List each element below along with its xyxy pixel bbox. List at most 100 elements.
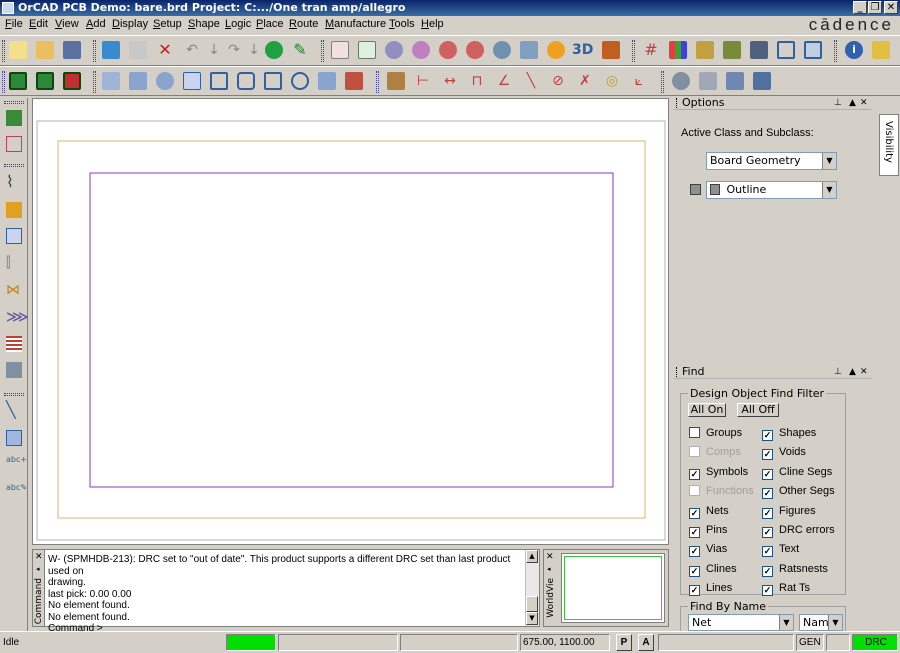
redo-step-icon[interactable]: ↓: [245, 41, 263, 59]
find-filter-clines[interactable]: ✓ Clines: [689, 563, 737, 577]
place-swap-icon[interactable]: [63, 72, 81, 90]
checkbox[interactable]: ✓: [689, 565, 700, 577]
redraw-icon[interactable]: [547, 41, 565, 59]
find-filter-rat-ts[interactable]: ✓ Rat Ts: [762, 582, 810, 597]
checkbox[interactable]: ✓: [762, 565, 773, 577]
shape-edit-boundary-icon[interactable]: [318, 72, 336, 90]
collapse-panel-icon[interactable]: ▲: [849, 365, 856, 379]
dropdown-arrow-icon[interactable]: ▼: [779, 615, 793, 630]
dim-leader-icon[interactable]: ╲: [522, 72, 540, 90]
zoom-out-icon[interactable]: [466, 41, 484, 59]
dim-baseline-icon[interactable]: ⊓: [468, 72, 486, 90]
zoom-fit-icon[interactable]: [412, 41, 430, 59]
find-filter-symbols[interactable]: ✓ Symbols: [689, 466, 748, 480]
menu-setup[interactable]: Setup: [153, 18, 182, 30]
collapse-arrow-icon[interactable]: ◂: [36, 565, 40, 573]
subclass-select[interactable]: Outline ▼: [706, 181, 837, 199]
scroll-up-icon[interactable]: ▲: [526, 550, 538, 563]
shape-select-icon[interactable]: [183, 72, 201, 90]
fanout-icon[interactable]: [6, 362, 22, 378]
shape-void-icon[interactable]: [210, 72, 228, 90]
shape-void-rect-icon[interactable]: [264, 72, 282, 90]
class-select[interactable]: Board Geometry ▼: [706, 152, 837, 170]
collapse-arrow-icon[interactable]: ◂: [547, 565, 551, 573]
shape-add-rect-icon[interactable]: [102, 72, 120, 90]
minimize-button[interactable]: _: [853, 1, 867, 14]
find-filter-vias[interactable]: ✓ Vias: [689, 543, 727, 558]
dropdown-arrow-icon[interactable]: ▼: [822, 153, 836, 169]
find-filter-pins[interactable]: ✓ Pins: [689, 524, 727, 538]
visibility-tab[interactable]: Visibility: [879, 114, 899, 176]
subclass-color-swatch[interactable]: [690, 184, 701, 195]
find-filter-drc-errors[interactable]: ✓ DRC errors: [762, 524, 835, 538]
window-icon[interactable]: [777, 41, 795, 59]
new-file-icon[interactable]: [9, 41, 27, 59]
checkbox[interactable]: ✓: [689, 546, 700, 558]
shape-void-circle-icon[interactable]: [237, 72, 255, 90]
find-filter-shapes[interactable]: ✓ Shapes: [762, 427, 816, 441]
delete-icon[interactable]: ✕: [156, 41, 174, 59]
checkbox[interactable]: ✓: [762, 507, 773, 519]
dim-diameter-icon[interactable]: ⊘: [549, 72, 567, 90]
checkbox[interactable]: ✓: [762, 488, 773, 500]
ratsnest-icon[interactable]: [6, 336, 22, 352]
find-filter-ratsnests[interactable]: ✓ Ratsnests: [762, 563, 828, 577]
checkbox[interactable]: ✓: [762, 449, 773, 461]
add-rectangle-icon[interactable]: [6, 430, 22, 446]
vertex-icon[interactable]: ⫿: [6, 255, 22, 271]
undo-icon[interactable]: ↶: [183, 41, 201, 59]
command-output[interactable]: W- (SPMHDB-213): DRC set to "out of date…: [48, 554, 523, 635]
edit-text-icon[interactable]: abc✎: [6, 484, 27, 500]
place-manual-icon[interactable]: [9, 72, 27, 90]
absolute-button[interactable]: A: [638, 634, 654, 651]
pick-button[interactable]: P: [616, 634, 632, 651]
info-icon[interactable]: i: [845, 41, 863, 59]
dropdown-arrow-icon[interactable]: ▼: [828, 615, 842, 630]
close-worldview-icon[interactable]: ✕: [546, 552, 554, 562]
close-command-pane-icon[interactable]: ✕: [35, 552, 43, 562]
zoom-world-icon[interactable]: [520, 41, 538, 59]
grid-icon[interactable]: #: [642, 41, 660, 59]
add-text-icon[interactable]: abc+: [6, 456, 27, 472]
3d-view-icon[interactable]: 3D: [572, 41, 594, 59]
checkbox[interactable]: ✓: [689, 585, 700, 597]
shape-add-icon[interactable]: [129, 72, 147, 90]
zoom-previous-icon[interactable]: [493, 41, 511, 59]
placement-edit-icon[interactable]: [6, 136, 22, 152]
worldview-viewport[interactable]: [564, 556, 662, 620]
design-canvas[interactable]: [32, 98, 669, 545]
menu-edit[interactable]: Edit: [29, 18, 48, 30]
shape-void-element-icon[interactable]: [291, 72, 309, 90]
show-element-icon[interactable]: [699, 72, 717, 90]
add-line-icon[interactable]: ╲: [6, 402, 22, 418]
place-quickplace-icon[interactable]: [36, 72, 54, 90]
menu-route[interactable]: Route: [289, 18, 318, 30]
find-type-select[interactable]: Net ▼: [688, 614, 794, 631]
checkbox[interactable]: ✓: [762, 527, 773, 538]
all-on-button[interactable]: All On: [688, 403, 726, 417]
find-filter-voids[interactable]: ✓ Voids: [762, 446, 806, 461]
checkbox[interactable]: ✓: [762, 585, 773, 597]
shape-merge-icon[interactable]: [345, 72, 363, 90]
shape-add-circle-icon[interactable]: [156, 72, 174, 90]
command-scrollbar[interactable]: ▲ ▼: [525, 550, 539, 626]
dim-balloon-icon[interactable]: ⟀: [630, 72, 648, 90]
menu-tools[interactable]: Tools: [389, 18, 415, 30]
find-filter-text[interactable]: ✓ Text: [762, 543, 799, 558]
custom-smooth-icon[interactable]: [6, 228, 22, 244]
save-icon[interactable]: [63, 41, 81, 59]
copy-icon[interactable]: [129, 41, 147, 59]
scroll-down-icon[interactable]: ▼: [526, 612, 538, 625]
menu-file[interactable]: File: [5, 18, 23, 30]
checkbox[interactable]: ✓: [689, 507, 700, 519]
db-doctor-icon[interactable]: [753, 72, 771, 90]
layers-icon[interactable]: [723, 41, 741, 59]
pin-panel-icon[interactable]: ⊥: [834, 96, 842, 110]
checkbox[interactable]: ✓: [762, 546, 773, 558]
find-mode-select[interactable]: Name ▼: [799, 614, 843, 631]
help-icon[interactable]: [872, 41, 890, 59]
color-icon[interactable]: [669, 41, 687, 59]
find-filter-figures[interactable]: ✓ Figures: [762, 505, 816, 519]
zoom-points-icon[interactable]: [385, 41, 403, 59]
color-grid-icon[interactable]: [358, 41, 376, 59]
